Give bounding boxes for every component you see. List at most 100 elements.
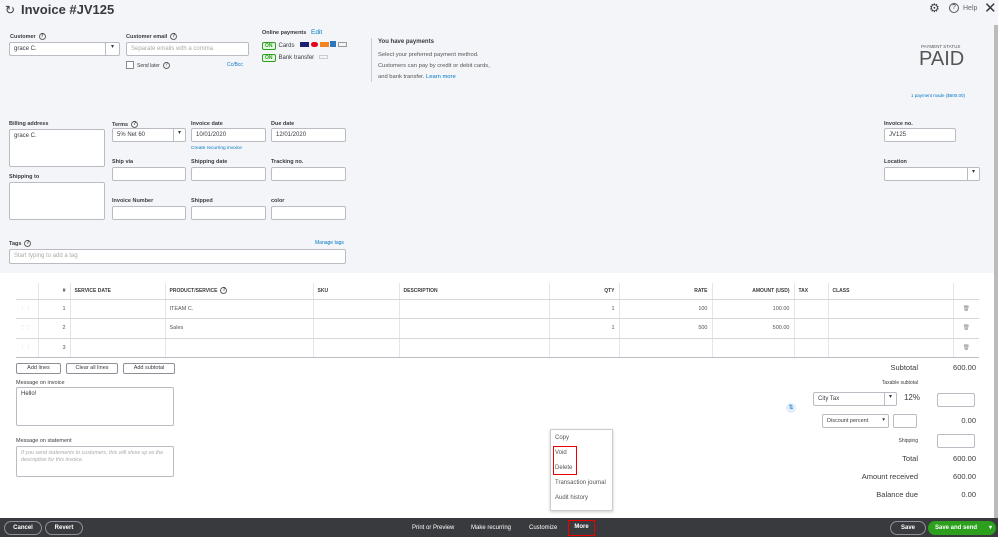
cell-qty[interactable] xyxy=(549,338,620,358)
cell-tax[interactable] xyxy=(794,299,829,319)
cell-service-date[interactable] xyxy=(70,318,166,339)
invoice-number-label: Invoice Number xyxy=(112,198,154,204)
swap-order-icon[interactable]: ⇅ xyxy=(786,403,796,413)
trash-icon[interactable]: 🗑 xyxy=(953,318,979,339)
drag-handle-icon[interactable]: ⋮⋮ xyxy=(16,299,39,319)
shipping-to-label: Shipping to xyxy=(9,174,40,180)
cards-toggle[interactable]: ON Cards xyxy=(262,41,347,50)
payments-info-body: Select your preferred payment method. Cu… xyxy=(378,52,490,80)
menu-item-audit-history[interactable]: Audit history xyxy=(555,495,588,501)
cancel-button[interactable]: Cancel xyxy=(4,521,42,535)
send-later-label: Send later? xyxy=(137,62,170,69)
billing-address-input[interactable]: grace C. xyxy=(9,129,105,167)
revert-button[interactable]: Revert xyxy=(45,521,83,535)
gear-icon[interactable]: ⚙ xyxy=(929,1,940,15)
invoice-date-input[interactable]: 10/01/2020 xyxy=(191,128,266,142)
invoice-no-input[interactable]: JV125 xyxy=(884,128,956,142)
tax-amount-input[interactable] xyxy=(937,393,975,407)
close-icon[interactable]: ✕ xyxy=(984,0,997,17)
cell-sku[interactable] xyxy=(313,338,400,358)
cell-rate[interactable] xyxy=(619,338,713,358)
col-rate: RATE xyxy=(619,283,713,300)
drag-handle-icon[interactable]: ⋮⋮ xyxy=(16,318,39,339)
message-statement-input[interactable]: If you send statements to customers, thi… xyxy=(16,446,174,477)
cell-amount[interactable]: 100.00 xyxy=(712,299,795,319)
cell-rate[interactable]: 100 xyxy=(619,299,713,319)
cell-amount[interactable] xyxy=(712,338,795,358)
cell-description[interactable] xyxy=(399,338,550,358)
message-invoice-input[interactable]: Hello! xyxy=(16,387,174,426)
trash-icon[interactable]: 🗑 xyxy=(953,338,979,358)
invoice-number-input[interactable] xyxy=(112,206,186,220)
tax-rate-select[interactable]: City Tax ▾ xyxy=(813,392,897,406)
shipping-input[interactable] xyxy=(937,434,975,448)
bank-transfer-toggle[interactable]: ON Bank transfer xyxy=(262,54,329,62)
send-later-checkbox[interactable] xyxy=(126,61,134,69)
clear-all-lines-button[interactable]: Clear all lines xyxy=(66,363,118,374)
terms-select[interactable]: 5% Net 60 ▾ xyxy=(112,128,186,142)
cell-qty[interactable]: 1 xyxy=(549,318,620,339)
due-date-input[interactable]: 12/01/2020 xyxy=(271,128,346,142)
help-icon[interactable]: ? xyxy=(949,3,959,13)
cell-product[interactable]: Sales xyxy=(165,318,314,339)
chevron-down-icon: ▾ xyxy=(173,129,185,141)
cell-class[interactable] xyxy=(828,318,954,339)
cell-rate[interactable]: 500 xyxy=(619,318,713,339)
save-and-send-button[interactable]: Save and send ▾ xyxy=(928,521,996,535)
ship-via-input[interactable] xyxy=(112,167,186,181)
more-menu: Copy Void Delete Transaction journal Aud… xyxy=(550,429,613,511)
shipping-date-input[interactable] xyxy=(191,167,266,181)
shipping-to-input[interactable] xyxy=(9,182,105,220)
tags-input[interactable]: Start typing to add a tag xyxy=(9,249,346,264)
learn-more-link[interactable]: Learn more xyxy=(426,74,456,80)
cell-tax[interactable] xyxy=(794,318,829,339)
shipped-label: Shipped xyxy=(191,198,213,204)
color-input[interactable] xyxy=(271,206,346,220)
help-link[interactable]: Help xyxy=(963,5,977,12)
customer-select[interactable]: grace C. ▾ xyxy=(9,42,120,56)
balance-due-value: 0.00 xyxy=(961,490,976,499)
email-input[interactable]: Separate emails with a comma xyxy=(126,42,249,56)
scrollbar[interactable] xyxy=(994,25,998,518)
cell-sku[interactable] xyxy=(313,318,400,339)
table-row[interactable]: ⋮⋮ 2 Sales 1 500 500.00 🗑 xyxy=(16,318,979,339)
tracking-input[interactable] xyxy=(271,167,346,181)
shipped-input[interactable] xyxy=(191,206,266,220)
taxable-subtotal-label: Taxable subtotal xyxy=(881,380,918,386)
location-select[interactable]: ▾ xyxy=(884,167,980,181)
menu-item-transaction-journal[interactable]: Transaction journal xyxy=(555,480,606,486)
cell-product[interactable]: ITEAM C. xyxy=(165,299,314,319)
cell-tax[interactable] xyxy=(794,338,829,358)
edit-payments-link[interactable]: Edit xyxy=(311,29,322,36)
cell-description[interactable] xyxy=(399,299,550,319)
table-row[interactable]: ⋮⋮ 3 🗑 xyxy=(16,338,979,358)
cell-class[interactable] xyxy=(828,299,954,319)
cell-qty[interactable]: 1 xyxy=(549,299,620,319)
cell-class[interactable] xyxy=(828,338,954,358)
table-row[interactable]: ⋮⋮ 1 ITEAM C. 1 100 100.00 🗑 xyxy=(16,299,979,319)
create-recurring-link[interactable]: Create recurring invoice xyxy=(191,146,242,151)
add-lines-button[interactable]: Add lines xyxy=(16,363,61,374)
discover-icon xyxy=(319,42,329,47)
cell-service-date[interactable] xyxy=(70,299,166,319)
save-button[interactable]: Save xyxy=(890,521,926,535)
print-preview-button[interactable]: Print or Preview xyxy=(412,521,454,535)
cell-product[interactable] xyxy=(165,338,314,358)
drag-handle-icon[interactable]: ⋮⋮ xyxy=(16,338,39,358)
payments-made-link[interactable]: 1 payment made ($600.00) xyxy=(911,93,965,98)
cell-amount[interactable]: 500.00 xyxy=(712,318,795,339)
cell-service-date[interactable] xyxy=(70,338,166,358)
cell-description[interactable] xyxy=(399,318,550,339)
discount-input[interactable] xyxy=(893,414,917,428)
trash-icon[interactable]: 🗑 xyxy=(953,299,979,319)
manage-tags-link[interactable]: Manage tags xyxy=(315,240,344,246)
more-button[interactable]: More xyxy=(568,520,595,536)
menu-item-copy[interactable]: Copy xyxy=(555,435,569,441)
recent-transactions-icon[interactable]: ↻ xyxy=(5,3,15,17)
cc-bcc-link[interactable]: Cc/Bcc xyxy=(227,62,243,68)
customize-button[interactable]: Customize xyxy=(529,521,557,535)
cell-sku[interactable] xyxy=(313,299,400,319)
discount-type-select[interactable]: Discount percent ▾ xyxy=(822,414,889,428)
add-subtotal-button[interactable]: Add subtotal xyxy=(123,363,175,374)
make-recurring-button[interactable]: Make recurring xyxy=(471,521,511,535)
